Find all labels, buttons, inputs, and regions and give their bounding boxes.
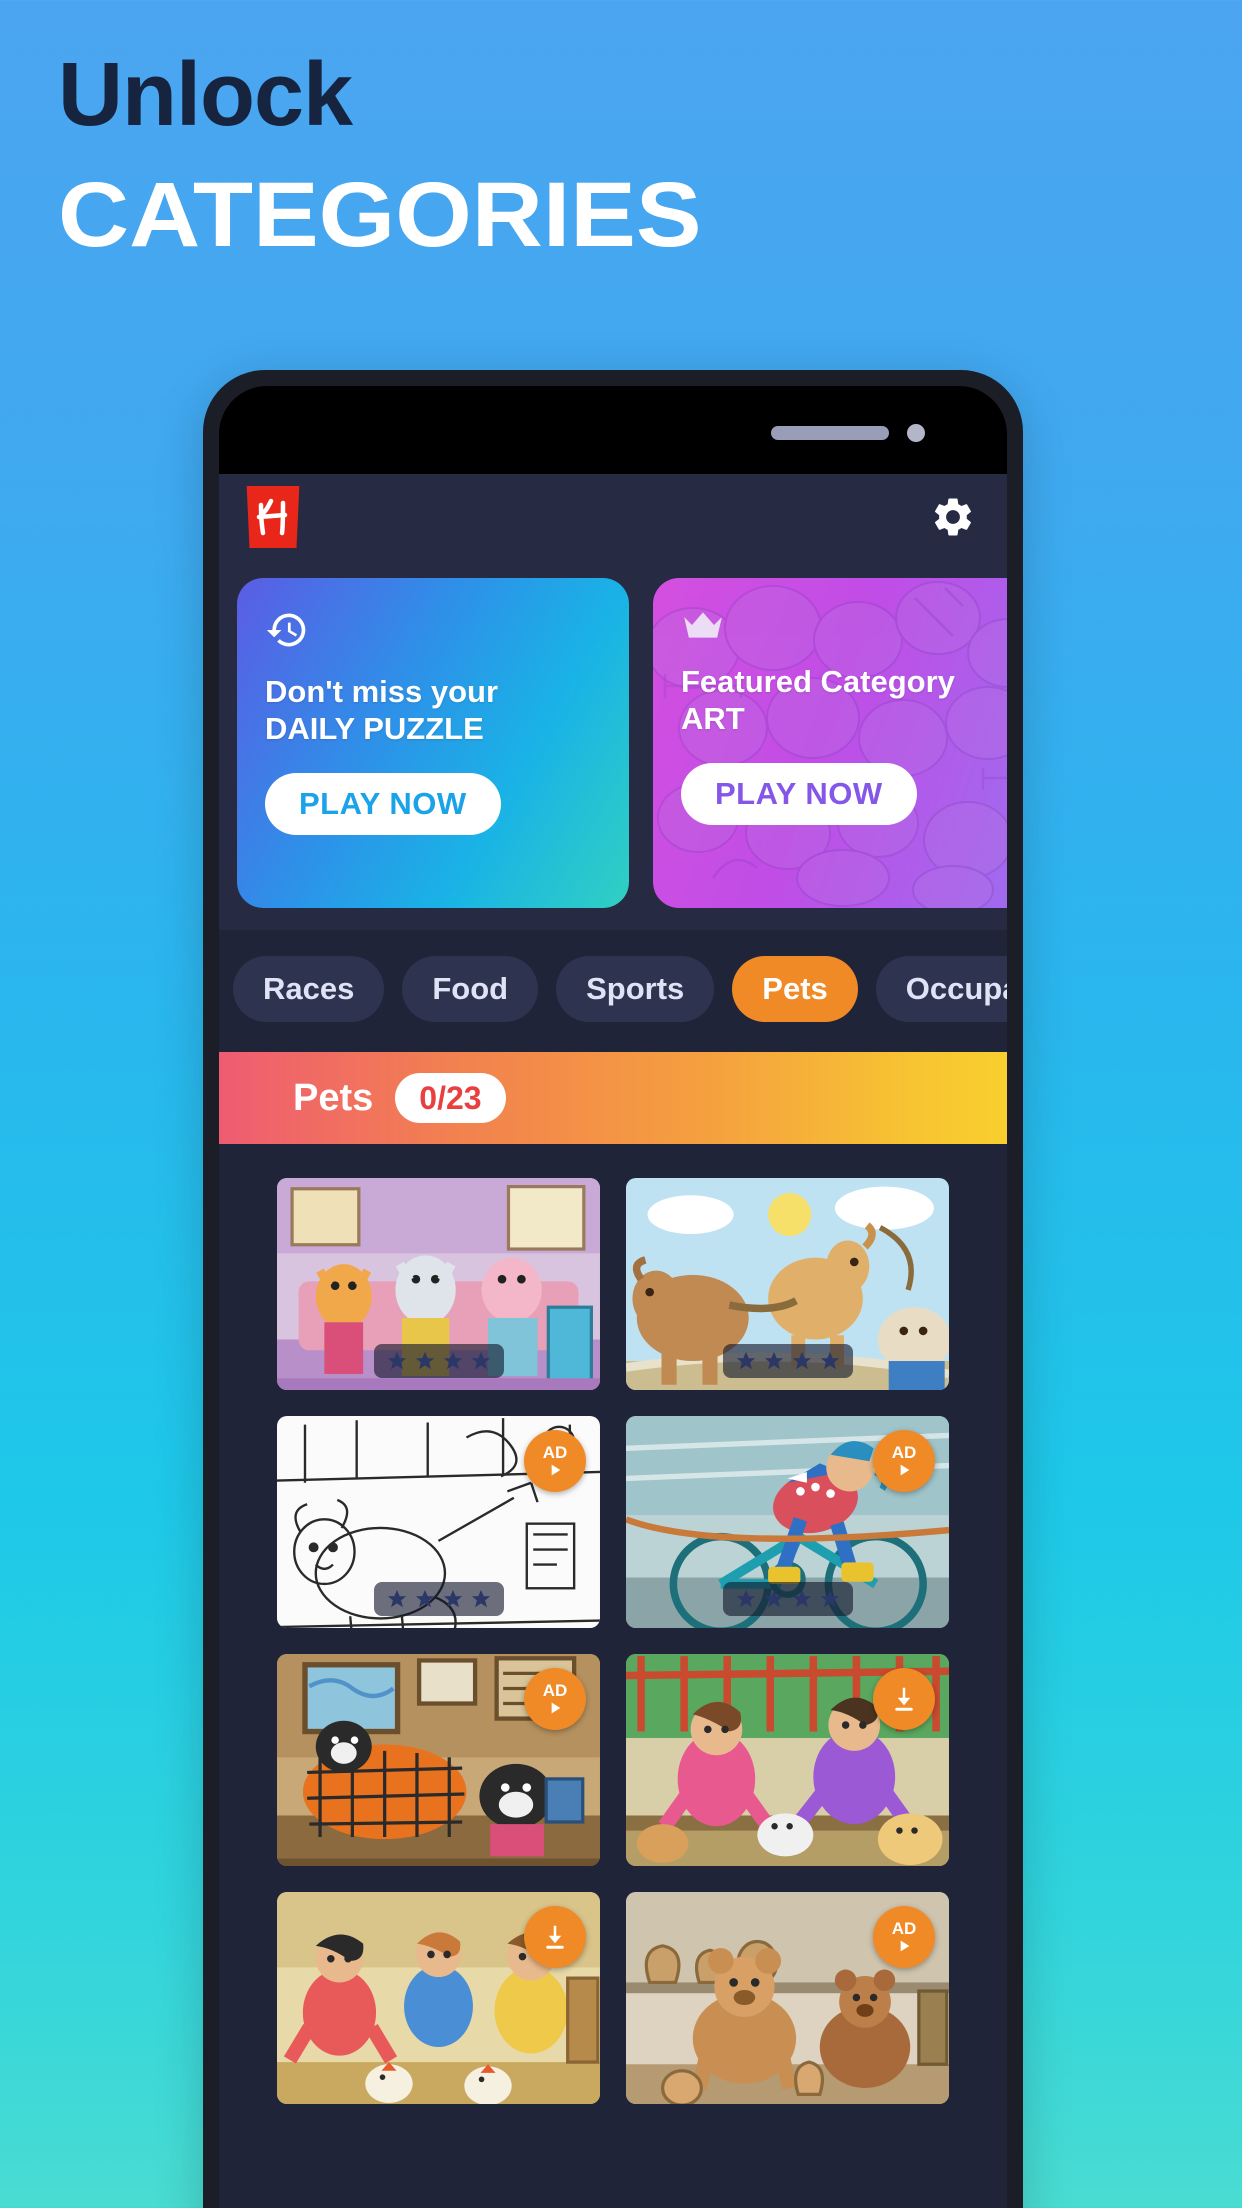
puzzle-thumbnail-4[interactable]: AD [626, 1416, 949, 1628]
puzzle-thumbnail-3[interactable]: AD [277, 1416, 600, 1628]
promo-headline: Unlock CATEGORIES [58, 48, 1178, 263]
play-triangle-icon [900, 1464, 910, 1476]
puzzle-thumbnail-8[interactable]: AD [626, 1892, 949, 2104]
tab-pets[interactable]: Pets [732, 956, 858, 1022]
category-tabs[interactable]: Races Food Sports Pets Occupations [219, 956, 1007, 1022]
tab-food[interactable]: Food [402, 956, 539, 1022]
play-triangle-icon [551, 1464, 561, 1476]
star-icon [764, 1589, 783, 1608]
puzzle-ad-badge-8[interactable]: AD [873, 1906, 935, 1968]
puzzle-thumbnail-6[interactable] [626, 1654, 949, 1866]
star-icon [792, 1589, 811, 1608]
puzzle-stars-3 [373, 1582, 504, 1616]
headline-line-categories: CATEGORIES [58, 163, 702, 266]
category-banner-title: Pets [293, 1076, 374, 1119]
featured-category-title: Featured Category ART [681, 663, 1007, 737]
settings-button[interactable] [925, 489, 981, 545]
category-tabs-section: Races Food Sports Pets Occupations [219, 930, 1007, 1052]
puzzle-stars-1 [373, 1344, 504, 1378]
tab-races[interactable]: Races [233, 956, 385, 1022]
ad-label: AD [542, 1681, 568, 1700]
app-header [219, 474, 1007, 560]
daily-puzzle-title-line1: Don't miss your [265, 674, 499, 709]
star-icon [736, 1589, 755, 1608]
art-doodle-pattern [653, 581, 1007, 908]
promo-cards-row: Don't miss your DAILY PUZZLE PLAY NOW Fe… [219, 560, 1007, 930]
star-icon [471, 1351, 490, 1370]
download-arrow-icon [546, 1925, 564, 1949]
star-icon [415, 1351, 434, 1370]
star-icon [471, 1589, 490, 1608]
puzzle-stars-2 [722, 1344, 853, 1378]
download-arrow-icon [895, 1687, 913, 1711]
featured-category-title-line1: Featured Category [681, 664, 955, 699]
highlights-h-logo-icon[interactable] [246, 486, 300, 548]
puzzle-thumbnail-2[interactable] [626, 1178, 949, 1390]
puzzle-thumbnail-7[interactable] [277, 1892, 600, 2104]
tab-sports[interactable]: Sports [556, 956, 715, 1022]
speaker-grille-icon [771, 426, 889, 440]
star-icon [820, 1589, 839, 1608]
star-icon [792, 1351, 811, 1370]
puzzle-thumbnail-5[interactable]: AD [277, 1654, 600, 1866]
daily-puzzle-play-now-button[interactable]: PLAY NOW [265, 773, 501, 836]
puzzle-download-badge-7[interactable] [524, 1906, 586, 1968]
puzzle-download-badge-6[interactable] [873, 1668, 935, 1730]
star-icon [443, 1351, 462, 1370]
puzzle-grid: AD AD AD AD [219, 1144, 1007, 2104]
star-icon [415, 1589, 434, 1608]
puzzle-thumbnail-1[interactable] [277, 1178, 600, 1390]
play-triangle-icon [551, 1702, 561, 1714]
star-icon [764, 1351, 783, 1370]
star-icon [736, 1351, 755, 1370]
category-progress-banner: Pets 0/23 [219, 1052, 1007, 1144]
gear-icon [935, 498, 971, 536]
ad-label: AD [891, 1919, 917, 1938]
star-icon [387, 1589, 406, 1608]
featured-category-card[interactable]: Featured Category ART PLAY NOW [653, 578, 1007, 908]
ad-label: AD [542, 1443, 568, 1462]
featured-category-play-now-button[interactable]: PLAY NOW [681, 763, 917, 826]
puzzle-ad-badge-4[interactable]: AD [873, 1430, 935, 1492]
ad-label: AD [891, 1443, 917, 1462]
status-bar [219, 386, 1007, 474]
history-clock-icon [265, 608, 601, 657]
phone-mockup: Don't miss your DAILY PUZZLE PLAY NOW Fe… [203, 370, 1023, 2208]
daily-puzzle-title-line2: DAILY PUZZLE [265, 711, 484, 747]
star-icon [820, 1351, 839, 1370]
puzzle-ad-badge-5[interactable]: AD [524, 1668, 586, 1730]
featured-category-title-line2: ART [681, 701, 745, 737]
category-progress-badge: 0/23 [395, 1073, 506, 1123]
puzzle-stars-4 [722, 1582, 853, 1616]
front-camera-icon [907, 424, 925, 442]
notch [427, 386, 799, 448]
daily-puzzle-card[interactable]: Don't miss your DAILY PUZZLE PLAY NOW [237, 578, 629, 908]
star-icon [387, 1351, 406, 1370]
tab-occupations[interactable]: Occupations [875, 956, 1007, 1022]
puzzle-ad-badge-3[interactable]: AD [524, 1430, 586, 1492]
play-triangle-icon [900, 1940, 910, 1952]
daily-puzzle-title: Don't miss your DAILY PUZZLE [265, 673, 601, 747]
star-icon [443, 1589, 462, 1608]
phone-screen: Don't miss your DAILY PUZZLE PLAY NOW Fe… [219, 386, 1007, 2208]
headline-line-unlock: Unlock [58, 45, 353, 145]
